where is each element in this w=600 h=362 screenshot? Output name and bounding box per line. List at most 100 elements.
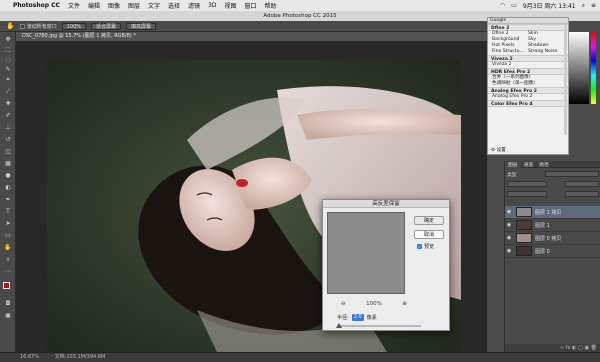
eye-icon[interactable]: ◉: [505, 222, 513, 228]
menu-select[interactable]: 选择: [168, 1, 180, 10]
fill-field[interactable]: [565, 191, 599, 197]
layers-footer-icons[interactable]: ∞ fx ◐ ▢ ▣ 🗑: [505, 344, 600, 352]
layer-filter-icons[interactable]: [545, 171, 599, 177]
dfine-fine-structure[interactable]: Fine Structu...: [492, 49, 528, 55]
healing-brush-icon[interactable]: ✚: [3, 100, 13, 108]
color-picker[interactable]: [569, 32, 600, 104]
dialog-title: 高反差保留: [323, 200, 449, 208]
type-tool-icon[interactable]: T: [3, 208, 13, 216]
move-tool-icon[interactable]: ✥: [3, 36, 13, 44]
zoom-tool-icon[interactable]: ⌕: [3, 256, 13, 264]
scroll-all-option[interactable]: 滚动所有窗口: [19, 23, 57, 30]
section-analog-efex[interactable]: Analog Efex Pro 2: [488, 87, 568, 94]
fit-screen-button[interactable]: 适合屏幕: [91, 22, 122, 30]
layer-name[interactable]: 图层 0: [535, 248, 550, 255]
gear-icon[interactable]: ⚙: [491, 148, 495, 153]
screen-mode-icon[interactable]: ▣: [3, 312, 13, 320]
menu-view[interactable]: 视图: [224, 1, 236, 10]
menu-app[interactable]: Photoshop CC: [13, 2, 60, 9]
blend-mode-select[interactable]: [507, 181, 547, 187]
section-viveza[interactable]: Viveza 2: [488, 55, 568, 62]
menu-type[interactable]: 文字: [148, 1, 160, 10]
more-tools-icon[interactable]: ⋯: [3, 268, 13, 276]
layers-tabbar: 图层 通道 路径: [505, 161, 600, 169]
clone-stamp-icon[interactable]: ⊥: [3, 124, 13, 132]
layer-name[interactable]: 图层 1 拷贝: [535, 209, 561, 216]
blur-tool-icon[interactable]: ●: [3, 172, 13, 180]
section-dfine[interactable]: Dfine 2: [488, 24, 568, 31]
menu-list-icon[interactable]: ≡: [591, 2, 596, 9]
history-brush-icon[interactable]: ↺: [3, 136, 13, 144]
menu-window[interactable]: 窗口: [245, 1, 257, 10]
status-zoom[interactable]: 16.67%: [20, 354, 39, 360]
battery-icon[interactable]: ▭: [511, 2, 517, 9]
preview-checkbox[interactable]: ✓ 预览: [417, 243, 434, 250]
layer-filter-kind[interactable]: 类型: [507, 171, 517, 178]
fill-screen-button[interactable]: 填充屏幕: [126, 22, 157, 30]
section-hdr-efex[interactable]: HDR Efex Pro 2: [488, 68, 568, 75]
crop-tool-icon[interactable]: ⌗: [3, 76, 13, 84]
layer-name[interactable]: 图层 1: [535, 222, 550, 229]
cancel-button[interactable]: 取消: [414, 230, 444, 239]
marquee-tool-icon[interactable]: ⬚: [3, 46, 13, 54]
zoom-100-button[interactable]: 100%: [61, 22, 87, 30]
quick-select-icon[interactable]: ✎: [3, 66, 13, 74]
tab-layers[interactable]: 图层: [505, 162, 521, 169]
status-bar: 16.67% 文档:103.1M/394.8M: [0, 352, 600, 362]
eye-icon[interactable]: ◉: [505, 248, 513, 254]
layer-thumbnail: [516, 220, 532, 230]
path-select-icon[interactable]: ➤: [3, 220, 13, 228]
layer-row[interactable]: ◉ 图层 0 拷贝: [505, 232, 600, 245]
scroll-all-checkbox[interactable]: [19, 23, 25, 29]
radius-row: 半径: 2.0 像素: [337, 314, 377, 321]
search-icon[interactable]: ⌕: [582, 2, 585, 10]
eye-icon[interactable]: ◉: [505, 235, 513, 241]
gradient-icon[interactable]: ▦: [3, 160, 13, 168]
ok-button[interactable]: 确定: [414, 216, 444, 225]
section-color-efex[interactable]: Color Efex Pro 4: [488, 100, 568, 107]
layer-name[interactable]: 图层 0 拷贝: [535, 235, 561, 242]
dodge-tool-icon[interactable]: ◐: [3, 184, 13, 192]
hand-tool-icon[interactable]: ✋: [3, 244, 13, 252]
foreground-color-swatch[interactable]: [3, 282, 10, 289]
nik-plugin-panel: Google Dfine 2 Dfine 2 Skin Background Sky…: [487, 17, 569, 155]
tab-paths[interactable]: 路径: [536, 162, 552, 169]
radius-slider-track[interactable]: [337, 325, 421, 327]
brush-tool-icon[interactable]: ✐: [3, 112, 13, 120]
dfine-row[interactable]: Fine Structu... Strong Noise: [488, 49, 568, 55]
lock-options[interactable]: [507, 191, 547, 197]
menu-file[interactable]: 文件: [68, 1, 80, 10]
plugin-settings[interactable]: ⚙ 设置: [491, 147, 506, 153]
tab-channels[interactable]: 通道: [521, 162, 537, 169]
menu-layer[interactable]: 图层: [128, 1, 140, 10]
quick-mask-icon[interactable]: ◘: [3, 300, 13, 308]
eraser-icon[interactable]: ◫: [3, 148, 13, 156]
status-doc-size[interactable]: 文档:103.1M/394.8M: [55, 354, 106, 360]
eye-icon[interactable]: ◉: [505, 209, 513, 215]
checkmark-icon[interactable]: ✓: [417, 244, 422, 249]
menu-edit[interactable]: 编辑: [88, 1, 100, 10]
wifi-icon[interactable]: ◠: [500, 2, 505, 9]
shape-tool-icon[interactable]: ▭: [3, 232, 13, 240]
clock[interactable]: 9月3日 周六 13:41: [523, 1, 576, 10]
menu-image[interactable]: 图像: [108, 1, 120, 10]
filter-preview[interactable]: [327, 212, 405, 294]
color-panel[interactable]: [569, 32, 600, 104]
dfine-strong-noise[interactable]: Strong Noise: [528, 49, 564, 55]
radius-slider-thumb[interactable]: [336, 323, 342, 328]
layer-row[interactable]: ◉ 图层 1 拷贝: [505, 206, 600, 219]
lasso-tool-icon[interactable]: ◌: [3, 56, 13, 64]
opacity-field[interactable]: [565, 181, 599, 187]
menu-filter[interactable]: 滤镜: [188, 1, 200, 10]
menu-3d[interactable]: 3D: [208, 2, 216, 9]
layer-row[interactable]: ◉ 图层 0: [505, 245, 600, 258]
plugin-scrollbar[interactable]: [564, 25, 567, 135]
layer-row[interactable]: ◉ 图层 1: [505, 219, 600, 232]
radius-input[interactable]: 2.0: [351, 314, 364, 321]
menu-help[interactable]: 帮助: [265, 1, 277, 10]
zoom-out-icon[interactable]: ⊖: [341, 301, 346, 307]
eyedropper-icon[interactable]: ⁄: [3, 88, 13, 96]
pen-tool-icon[interactable]: ✒: [3, 196, 13, 204]
document-tab[interactable]: DSC_0780.jpg @ 15.7% (图层 1 拷贝, RGB/8) *: [16, 32, 487, 41]
zoom-in-icon[interactable]: ⊕: [402, 301, 407, 307]
